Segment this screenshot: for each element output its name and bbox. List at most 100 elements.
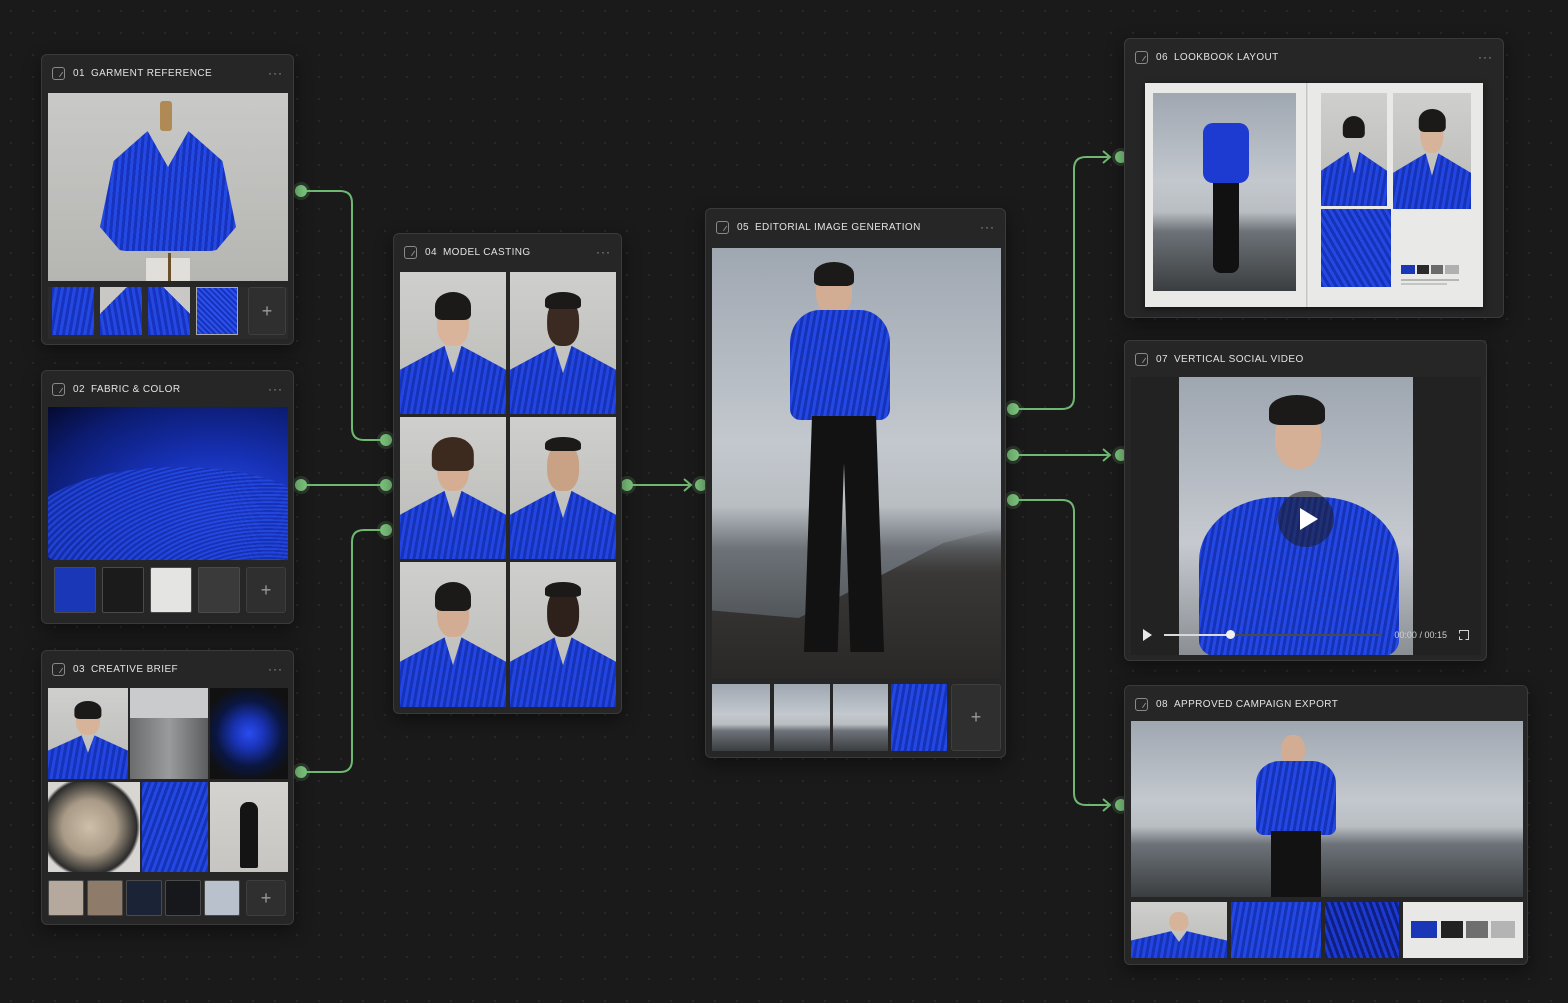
variation-thumbnail[interactable] [712, 684, 770, 751]
garment-main-image[interactable] [48, 93, 288, 281]
model-candidate-image[interactable] [400, 562, 506, 707]
video-progress-track[interactable] [1164, 630, 1383, 639]
video-progress-handle[interactable] [1225, 630, 1235, 639]
garment-thumbnail[interactable] [196, 287, 238, 335]
input-port-casting-1[interactable] [380, 434, 392, 446]
garment-thumbnail-strip: + [48, 287, 288, 339]
node-fabric-color[interactable]: 02 FABRIC & COLOR ··· + [41, 370, 294, 624]
color-swatch[interactable] [204, 880, 240, 916]
color-swatch[interactable] [48, 880, 84, 916]
node-header[interactable]: 04 MODEL CASTING ··· [394, 234, 621, 270]
node-garment-reference[interactable]: 01 GARMENT REFERENCE ··· + [41, 54, 294, 345]
node-header[interactable]: 05 EDITORIAL IMAGE GENERATION ··· [706, 209, 1005, 245]
garment-thumbnail[interactable] [52, 287, 94, 335]
output-port-garment[interactable] [295, 185, 307, 197]
node-approved-campaign-export[interactable]: 08 APPROVED CAMPAIGN EXPORT [1124, 685, 1528, 965]
node-title: EDITORIAL IMAGE GENERATION [754, 221, 921, 233]
export-palette-card[interactable] [1403, 902, 1523, 958]
model-candidate-image[interactable] [510, 562, 616, 707]
node-title: GARMENT REFERENCE [90, 67, 213, 79]
output-port-editorial-2[interactable] [1007, 449, 1019, 461]
node-header[interactable]: 01 GARMENT REFERENCE ··· [42, 55, 293, 91]
add-image-button[interactable]: + [248, 287, 286, 335]
node-vertical-social-video[interactable]: 07 VERTICAL SOCIAL VIDEO 00:00 / 00:15 [1124, 340, 1487, 661]
input-port-casting-3[interactable] [380, 524, 392, 536]
variation-thumbnail[interactable] [833, 684, 888, 751]
add-variation-button[interactable]: + [951, 684, 1001, 751]
more-menu-icon[interactable]: ··· [268, 67, 283, 79]
color-swatch[interactable] [102, 567, 144, 613]
output-port-editorial-1[interactable] [1007, 403, 1019, 415]
more-menu-icon[interactable]: ··· [980, 221, 995, 233]
model-candidate-image[interactable] [510, 417, 616, 559]
node-number: 02 [73, 383, 85, 395]
generate-node-icon [716, 220, 729, 234]
play-icon[interactable] [1143, 629, 1152, 641]
node-header[interactable]: 02 FABRIC & COLOR ··· [42, 371, 293, 407]
export-hero-image[interactable] [1131, 721, 1523, 897]
model-candidate-image[interactable] [400, 417, 506, 559]
variation-thumbnail[interactable] [774, 684, 830, 751]
export-thumbnail[interactable] [1131, 902, 1227, 958]
color-swatch[interactable] [198, 567, 240, 613]
add-swatch-button[interactable]: + [246, 567, 286, 613]
node-header[interactable]: 07 VERTICAL SOCIAL VIDEO [1125, 341, 1486, 377]
brief-moodboard-image[interactable] [142, 782, 208, 872]
wire-brief-to-casting [301, 529, 386, 773]
node-number: 04 [425, 246, 437, 258]
more-menu-icon[interactable]: ··· [596, 246, 611, 258]
variation-thumbnail[interactable] [891, 684, 947, 751]
output-port-editorial-3[interactable] [1007, 494, 1019, 506]
node-editorial-generation[interactable]: 05 EDITORIAL IMAGE GENERATION ··· + [705, 208, 1006, 758]
node-creative-brief[interactable]: 03 CREATIVE BRIEF ··· + [41, 650, 294, 925]
model-candidate-image[interactable] [510, 272, 616, 414]
brief-moodboard-image[interactable] [48, 782, 140, 872]
lookbook-spread[interactable] [1145, 83, 1483, 307]
more-menu-icon[interactable]: ··· [268, 383, 283, 395]
more-menu-icon[interactable]: ··· [1478, 51, 1493, 63]
lookbook-photo [1393, 93, 1471, 209]
output-port-casting[interactable] [621, 479, 633, 491]
node-model-casting[interactable]: 04 MODEL CASTING ··· [393, 233, 622, 714]
color-swatch[interactable] [165, 880, 201, 916]
output-port-fabric[interactable] [295, 479, 307, 491]
garment-thumbnail[interactable] [100, 287, 142, 335]
color-swatch[interactable] [126, 880, 162, 916]
export-thumbnail[interactable] [1231, 902, 1321, 958]
color-swatch [1431, 265, 1443, 274]
color-swatch [1445, 265, 1459, 274]
node-lookbook-layout[interactable]: 06 LOOKBOOK LAYOUT ··· [1124, 38, 1504, 318]
current-time: 00:00 [1394, 630, 1417, 640]
editorial-main-image[interactable] [712, 248, 1001, 678]
brief-moodboard-image[interactable] [210, 688, 288, 779]
node-number: 06 [1156, 51, 1168, 63]
video-player[interactable]: 00:00 / 00:15 [1131, 377, 1481, 655]
brief-moodboard-image[interactable] [130, 688, 208, 779]
play-overlay-button[interactable] [1278, 491, 1334, 547]
fullscreen-icon[interactable] [1459, 630, 1469, 640]
more-menu-icon[interactable]: ··· [268, 663, 283, 675]
fabric-main-image[interactable] [48, 407, 288, 560]
color-swatch[interactable] [150, 567, 192, 613]
video-controls: 00:00 / 00:15 [1131, 615, 1481, 655]
color-swatch[interactable] [54, 567, 96, 613]
color-swatch [1401, 265, 1415, 274]
color-swatch [1417, 265, 1429, 274]
node-header[interactable]: 03 CREATIVE BRIEF ··· [42, 651, 293, 687]
input-port-casting-2[interactable] [380, 479, 392, 491]
image-node-icon [52, 382, 65, 396]
brief-moodboard-image[interactable] [210, 782, 288, 872]
node-title: MODEL CASTING [442, 246, 531, 258]
video-node-icon [1135, 352, 1148, 366]
model-candidate-image[interactable] [400, 272, 506, 414]
export-thumbnail[interactable] [1325, 902, 1399, 958]
add-swatch-button[interactable]: + [246, 880, 286, 916]
node-header[interactable]: 08 APPROVED CAMPAIGN EXPORT [1125, 686, 1527, 722]
node-number: 03 [73, 663, 85, 675]
color-swatch[interactable] [87, 880, 123, 916]
garment-thumbnail[interactable] [148, 287, 190, 335]
node-title: FABRIC & COLOR [90, 383, 181, 395]
output-port-brief[interactable] [295, 766, 307, 778]
node-header[interactable]: 06 LOOKBOOK LAYOUT ··· [1125, 39, 1503, 75]
brief-moodboard-image[interactable] [48, 688, 128, 779]
